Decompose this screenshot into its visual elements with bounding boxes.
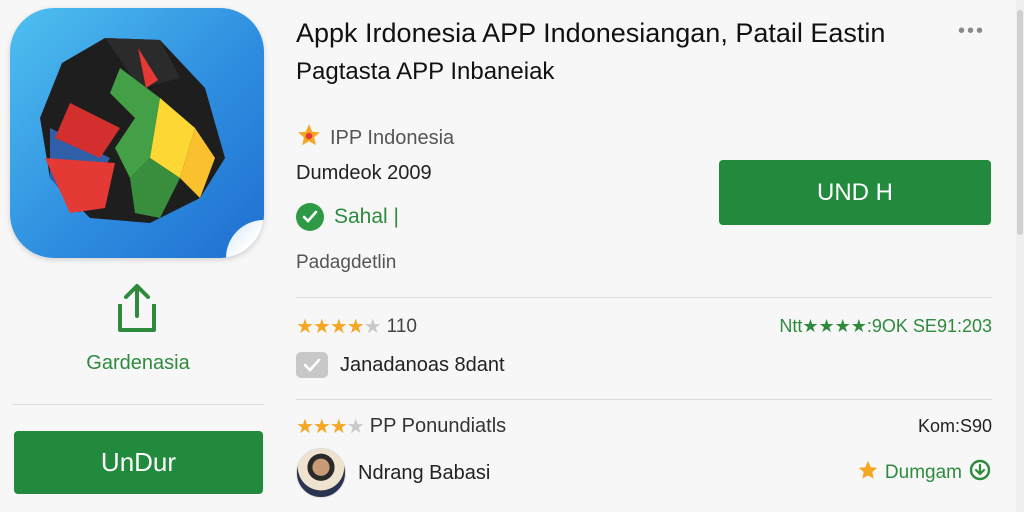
- install-button[interactable]: UND H: [719, 160, 991, 225]
- divider: [12, 404, 264, 405]
- download-icon: [968, 458, 992, 488]
- more-icon[interactable]: •••: [958, 20, 985, 43]
- divider: [296, 399, 992, 400]
- share-label[interactable]: Gardenasia: [0, 352, 276, 375]
- status-row: Sahal |: [296, 203, 399, 231]
- app-icon: [10, 8, 264, 258]
- checkbox-icon[interactable]: [296, 352, 328, 378]
- rating-summary: Ntt★★★★:9OK SE91:203: [779, 316, 992, 336]
- review-label: PP Ponundiatls: [369, 415, 507, 437]
- share-icon[interactable]: [112, 282, 162, 336]
- developer-row[interactable]: IPP Indonesia: [296, 122, 454, 154]
- rating-stars: ★★★★★: [296, 316, 382, 338]
- download-button-secondary[interactable]: UnDur: [14, 431, 263, 494]
- review-stars: ★★★★: [296, 416, 365, 438]
- scrollbar[interactable]: [1016, 0, 1024, 512]
- download-label: Dumgam: [884, 462, 962, 483]
- release-date: Dumdeok 2009: [296, 162, 432, 184]
- left-panel: Gardenasia UnDur: [0, 0, 285, 512]
- app-title: Appk Irdonesia APP Indonesiangan, Patail…: [296, 18, 886, 48]
- download-link[interactable]: Dumgam: [857, 458, 992, 488]
- avatar: [296, 448, 346, 498]
- size-label: Kom:S90: [917, 416, 992, 436]
- feature-label: Janadanoas 8dant: [340, 353, 505, 376]
- divider: [296, 297, 992, 298]
- rating-count: 110: [386, 315, 417, 337]
- star-icon: [296, 122, 322, 154]
- scrollbar-thumb[interactable]: [1017, 10, 1023, 235]
- app-subtitle: Pagtasta APP Inbaneiak: [296, 58, 555, 85]
- author-name: Ndrang Babasi: [358, 461, 491, 484]
- author-row[interactable]: Ndrang Babasi: [296, 448, 490, 498]
- rating-row: ★★★★★ 110: [296, 314, 417, 339]
- developer-name: IPP Indonesia: [330, 126, 455, 149]
- app-logo-graphic: [40, 38, 225, 223]
- category-label: Padagdetlin: [296, 252, 397, 273]
- status-label: Sahal |: [334, 205, 399, 228]
- star-icon: [857, 459, 879, 487]
- feature-row[interactable]: Janadanoas 8dant: [296, 352, 505, 378]
- review-rating-row: ★★★★ PP Ponundiatls: [296, 414, 506, 439]
- check-circle-icon: [296, 203, 324, 231]
